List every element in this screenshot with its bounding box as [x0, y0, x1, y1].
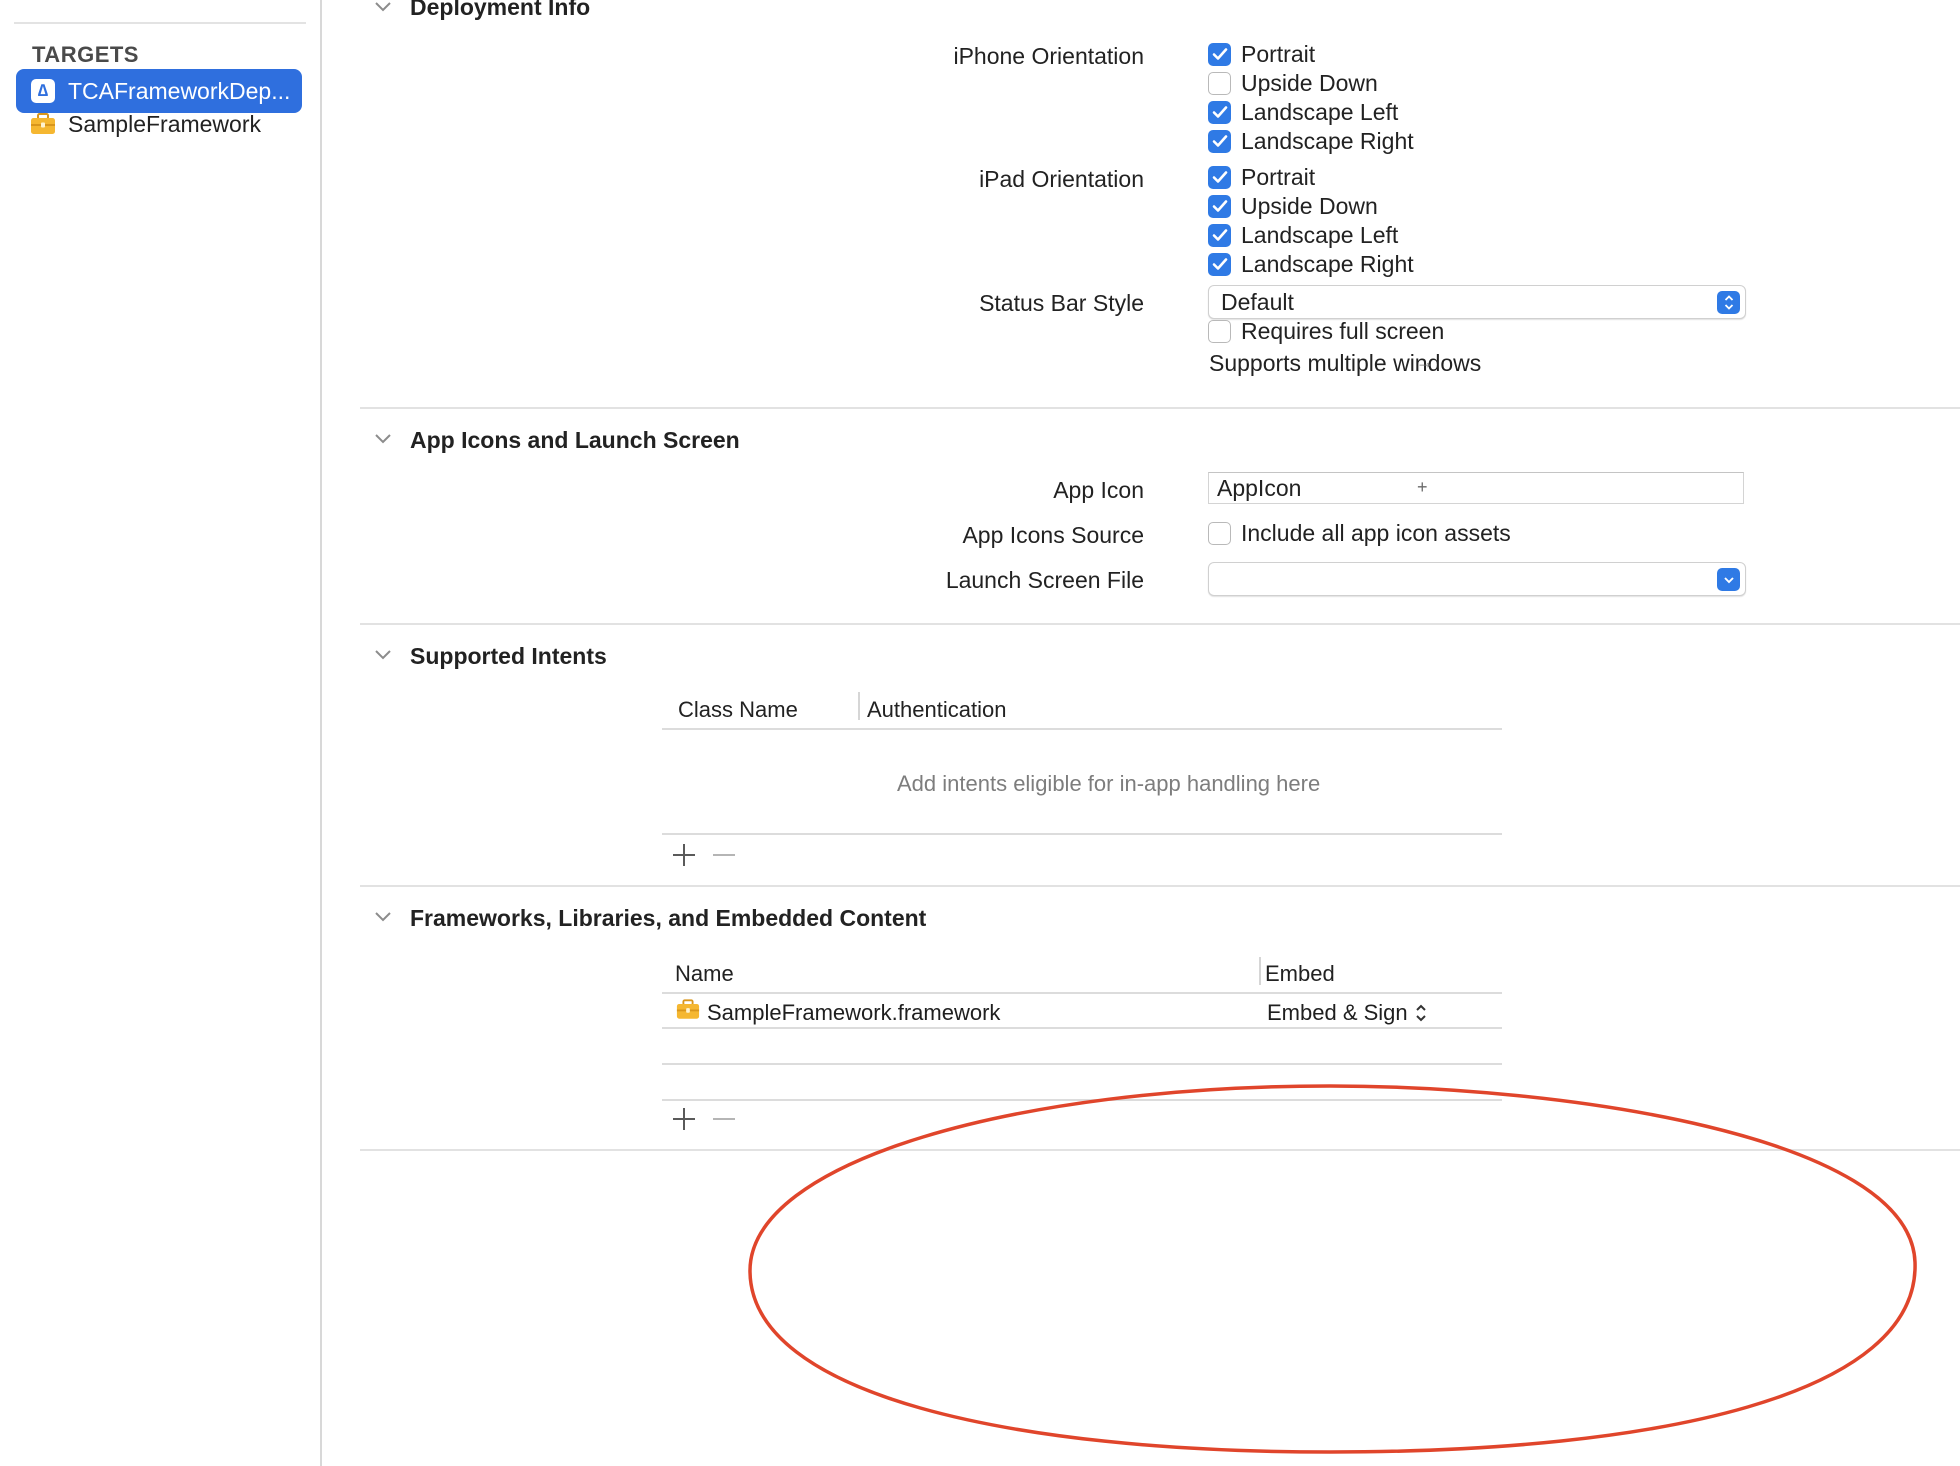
general-settings-pane: Deployment Info iPhone Orientation Portr… [324, 0, 1960, 1466]
checkbox-label: Upside Down [1241, 69, 1378, 96]
include-all-app-icon-assets-checkbox[interactable]: Include all app icon assets [1208, 517, 1511, 549]
checkmark-icon [1208, 129, 1231, 153]
app-icon-label: App Icon [1053, 477, 1144, 503]
checkbox-label: Requires full screen [1241, 317, 1445, 344]
chevron-down-icon[interactable] [372, 906, 394, 928]
app-target-icon: ∆ [30, 78, 56, 104]
ipad-landscape-left-checkbox[interactable]: Landscape Left [1208, 219, 1398, 251]
table-row-divider [662, 1027, 1502, 1029]
section-title-frameworks: Frameworks, Libraries, and Embedded Cont… [410, 905, 927, 931]
checkmark-icon [1208, 252, 1231, 276]
popup-value: Default [1221, 288, 1294, 315]
checkbox-empty [1208, 319, 1231, 343]
embed-value: Embed & Sign [1267, 1000, 1408, 1025]
embed-popup[interactable]: Embed & Sign [1267, 1000, 1428, 1026]
intents-empty-placeholder: Add intents eligible for in-app handling… [897, 771, 1321, 796]
checkbox-empty [1208, 71, 1231, 95]
iphone-orientation-label: iPhone Orientation [953, 43, 1144, 69]
ipad-portrait-checkbox[interactable]: Portrait [1208, 161, 1315, 193]
targets-heading: TARGETS [32, 42, 139, 67]
checkbox-label: Landscape Left [1241, 221, 1399, 248]
sidebar-divider [14, 22, 306, 24]
table-header-divider [662, 728, 1502, 730]
iphone-portrait-checkbox[interactable]: Portrait [1208, 38, 1315, 70]
target-item-sampleframework[interactable]: SampleFramework [16, 102, 302, 146]
chevron-down-icon[interactable] [372, 428, 394, 450]
checkmark-icon [1208, 42, 1231, 66]
framework-name: SampleFramework.framework [707, 1000, 1001, 1025]
checkmark-icon [1208, 100, 1231, 124]
add-icon[interactable]: + [1417, 477, 1428, 498]
column-header-embed[interactable]: Embed [1265, 961, 1335, 987]
checkmark-icon [1208, 194, 1231, 218]
checkbox-label: Include all app icon assets [1241, 519, 1511, 546]
column-header-class-name[interactable]: Class Name [678, 697, 798, 723]
status-bar-style-popup[interactable]: Default [1208, 285, 1746, 319]
iphone-upside-down-checkbox[interactable]: Upside Down [1208, 67, 1378, 99]
checkbox-label: Portrait [1241, 163, 1316, 190]
add-intent-plus-icon[interactable] [669, 840, 699, 870]
checkbox-label: Portrait [1241, 40, 1316, 67]
section-divider [360, 407, 1960, 409]
target-label: TCAFrameworkDep... [68, 77, 291, 104]
launch-screen-file-combobox[interactable] [1208, 562, 1746, 596]
table-row-divider [662, 1063, 1502, 1065]
section-title-app-icons: App Icons and Launch Screen [410, 427, 740, 453]
checkbox-label: Landscape Right [1241, 250, 1414, 277]
checkbox-label: Landscape Right [1241, 127, 1414, 154]
launch-screen-file-label: Launch Screen File [945, 567, 1144, 593]
section-title-deployment-info: Deployment Info [410, 0, 591, 20]
iphone-landscape-left-checkbox[interactable]: Landscape Left [1208, 96, 1398, 128]
section-divider [360, 1149, 1960, 1151]
column-header-authentication[interactable]: Authentication [867, 697, 1006, 723]
checkbox-label: Upside Down [1241, 192, 1378, 219]
ipad-landscape-right-checkbox[interactable]: Landscape Right [1208, 248, 1414, 280]
section-title-supported-intents: Supported Intents [410, 643, 607, 669]
column-separator [858, 692, 860, 720]
app-icons-source-label: App Icons Source [962, 522, 1144, 548]
checkbox-label: Landscape Left [1241, 98, 1399, 125]
status-bar-style-label: Status Bar Style [979, 290, 1144, 316]
chevron-down-icon [1717, 568, 1740, 591]
chevron-down-icon[interactable] [372, 0, 394, 18]
checkbox-empty [1208, 521, 1231, 545]
up-down-chevron-icon [1415, 1004, 1426, 1022]
supports-multiple-windows-label: Supports multiple windows [1209, 350, 1482, 376]
section-divider [360, 623, 1960, 625]
framework-toolbox-icon [676, 999, 700, 1025]
checkmark-icon [1208, 223, 1231, 247]
table-bottom-divider [662, 833, 1502, 835]
targets-sidebar: TARGETS ∆ TCAFrameworkDep... SampleFrame… [0, 0, 322, 1466]
chevron-down-icon[interactable] [372, 644, 394, 666]
ipad-orientation-label: iPad Orientation [979, 166, 1144, 192]
section-divider [360, 885, 1960, 887]
checkmark-icon [1208, 165, 1231, 189]
add-framework-plus-icon[interactable] [669, 1104, 699, 1134]
iphone-landscape-right-checkbox[interactable]: Landscape Right [1208, 125, 1414, 157]
arrow-right-icon[interactable]: → [1416, 352, 1434, 373]
remove-intent-minus-icon[interactable] [709, 840, 739, 870]
ipad-upside-down-checkbox[interactable]: Upside Down [1208, 190, 1378, 222]
table-bottom-divider [662, 1099, 1502, 1101]
app-icon-value: AppIcon [1217, 474, 1302, 501]
column-separator [1259, 957, 1261, 985]
framework-toolbox-icon [30, 111, 56, 137]
remove-framework-minus-icon[interactable] [709, 1104, 739, 1134]
app-icon-field[interactable]: AppIcon [1208, 472, 1744, 504]
column-header-name[interactable]: Name [675, 961, 734, 987]
requires-full-screen-checkbox[interactable]: Requires full screen [1208, 315, 1444, 347]
up-down-chevron-icon [1717, 291, 1740, 314]
target-label: SampleFramework [68, 110, 261, 137]
table-row[interactable]: SampleFramework.framework Embed & Sign [662, 994, 1502, 1027]
